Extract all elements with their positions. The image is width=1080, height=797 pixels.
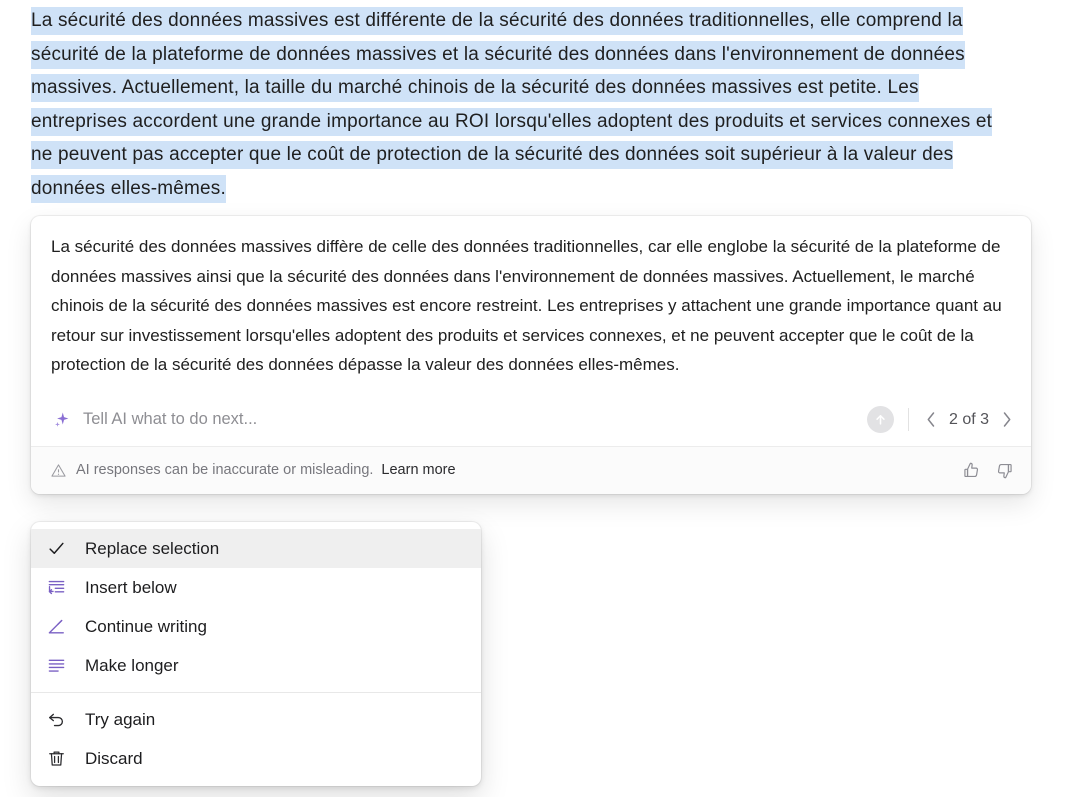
ai-prompt-row: 2 of 3 <box>31 394 1031 446</box>
ai-disclaimer-row: AI responses can be inaccurate or mislea… <box>31 445 1031 494</box>
pager-label: 2 of 3 <box>948 410 989 428</box>
menu-item-discard[interactable]: Discard <box>31 739 481 778</box>
thumbs-down-icon[interactable] <box>995 461 1014 480</box>
menu-item-insert-below[interactable]: Insert below <box>31 568 481 607</box>
selected-text[interactable]: La sécurité des données massives est dif… <box>31 7 993 203</box>
menu-item-make-longer[interactable]: Make longer <box>31 646 481 685</box>
feedback-controls <box>962 461 1014 480</box>
source-paragraph: La sécurité des données massives est dif… <box>31 4 1011 205</box>
ai-action-menu: Replace selection Insert below Continue … <box>31 522 481 786</box>
warning-triangle-icon <box>51 463 67 478</box>
response-pager: 2 of 3 <box>923 410 1015 430</box>
toolbar-divider <box>907 408 909 431</box>
menu-item-label: Insert below <box>85 577 177 597</box>
check-icon <box>47 539 73 558</box>
pencil-line-icon <box>47 617 73 636</box>
ai-response-card: La sécurité des données massives diffère… <box>31 216 1031 494</box>
menu-item-try-again[interactable]: Try again <box>31 700 481 739</box>
menu-item-label: Make longer <box>85 655 179 675</box>
chevron-left-icon[interactable] <box>923 410 939 430</box>
menu-item-continue-writing[interactable]: Continue writing <box>31 607 481 646</box>
menu-item-label: Try again <box>85 709 156 729</box>
trash-icon <box>47 749 73 768</box>
thumbs-up-icon[interactable] <box>962 461 981 480</box>
menu-item-label: Continue writing <box>85 616 207 636</box>
chevron-right-icon[interactable] <box>999 410 1015 430</box>
sparkle-icon <box>51 409 73 431</box>
menu-item-replace-selection[interactable]: Replace selection <box>31 529 481 568</box>
make-longer-icon <box>47 656 73 675</box>
ai-response-text: La sécurité des données massives diffère… <box>51 237 1002 374</box>
learn-more-link[interactable]: Learn more <box>381 462 455 478</box>
menu-separator <box>31 692 481 693</box>
menu-item-label: Replace selection <box>85 538 220 558</box>
send-button[interactable] <box>866 406 894 433</box>
undo-arrow-icon <box>47 710 73 729</box>
disclaimer-text: AI responses can be inaccurate or mislea… <box>76 462 374 478</box>
insert-below-icon <box>47 578 73 597</box>
ai-prompt-input[interactable] <box>83 406 867 433</box>
menu-item-label: Discard <box>85 748 143 768</box>
